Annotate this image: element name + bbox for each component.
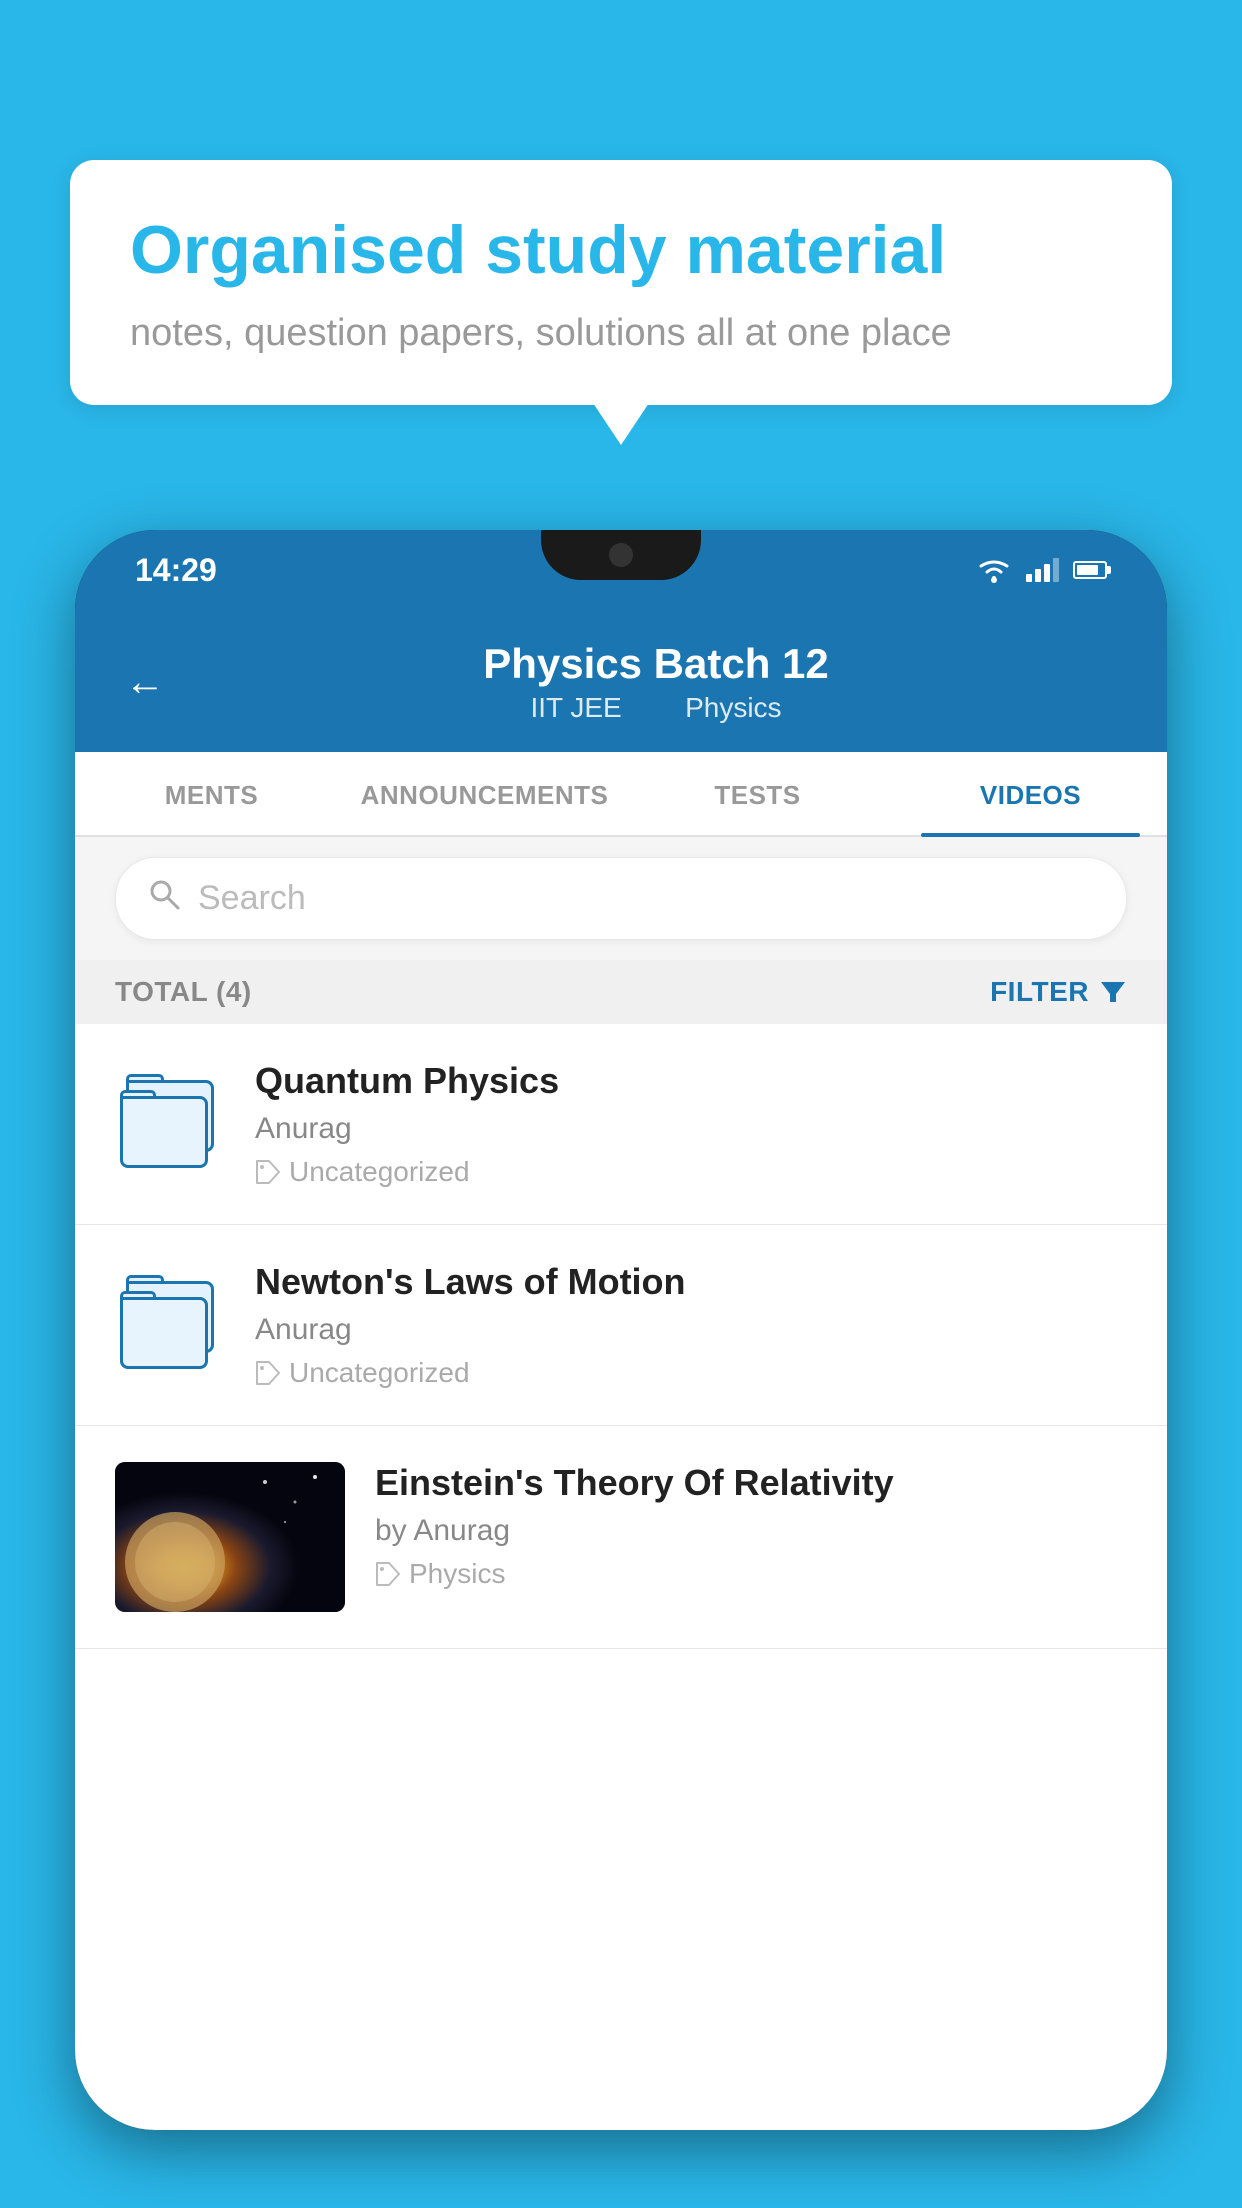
bubble-title: Organised study material: [130, 210, 1112, 292]
list-item[interactable]: Einstein's Theory Of Relativity by Anura…: [75, 1426, 1167, 1649]
wifi-icon: [976, 556, 1012, 584]
filter-button[interactable]: FILTER: [990, 976, 1127, 1008]
item-title: Quantum Physics: [255, 1060, 1127, 1102]
item-tag: Uncategorized: [255, 1357, 1127, 1389]
item-info: Einstein's Theory Of Relativity by Anura…: [375, 1462, 1127, 1590]
speech-bubble: Organised study material notes, question…: [70, 160, 1172, 405]
status-time: 14:29: [135, 552, 217, 589]
item-title: Newton's Laws of Motion: [255, 1261, 1127, 1303]
header-subtitle-physics: Physics: [685, 692, 781, 723]
search-container: Search: [75, 837, 1167, 960]
header-subtitle-sep: [650, 692, 666, 723]
camera: [609, 543, 633, 567]
search-placeholder: Search: [198, 879, 306, 918]
video-thumbnail: [115, 1462, 345, 1612]
tab-tests[interactable]: TESTS: [621, 752, 894, 835]
status-icons: [976, 556, 1107, 584]
tag-icon: [375, 1561, 401, 1587]
item-author: Anurag: [255, 1313, 1127, 1347]
header-subtitle-iitjee: IIT JEE: [530, 692, 621, 723]
phone-container: 14:29: [75, 530, 1167, 2208]
tabs-bar: MENTS ANNOUNCEMENTS TESTS VIDEOS: [75, 752, 1167, 837]
back-button[interactable]: ←: [125, 660, 165, 705]
item-thumbnail: [115, 1069, 225, 1179]
header-subtitle: IIT JEE Physics: [195, 692, 1117, 724]
search-bar[interactable]: Search: [115, 857, 1127, 940]
tab-videos[interactable]: VIDEOS: [894, 752, 1167, 835]
total-count: TOTAL (4): [115, 976, 252, 1008]
item-tag: Physics: [375, 1558, 1127, 1590]
phone-frame: 14:29: [75, 530, 1167, 2130]
item-thumbnail: [115, 1270, 225, 1380]
filter-bar: TOTAL (4) FILTER: [75, 960, 1167, 1024]
tab-announcements[interactable]: ANNOUNCEMENTS: [348, 752, 621, 835]
search-icon: [146, 876, 182, 921]
header-text: Physics Batch 12 IIT JEE Physics: [195, 640, 1117, 724]
header-title: Physics Batch 12: [195, 640, 1117, 688]
video-list: Quantum Physics Anurag Uncategorized: [75, 1024, 1167, 1649]
folder-icon: [120, 1074, 220, 1174]
list-item[interactable]: Quantum Physics Anurag Uncategorized: [75, 1024, 1167, 1225]
status-bar: 14:29: [75, 530, 1167, 610]
tab-ments[interactable]: MENTS: [75, 752, 348, 835]
list-item[interactable]: Newton's Laws of Motion Anurag Uncategor…: [75, 1225, 1167, 1426]
item-title: Einstein's Theory Of Relativity: [375, 1462, 1127, 1504]
folder-icon: [120, 1275, 220, 1375]
battery-icon: [1073, 561, 1107, 579]
item-author: Anurag: [255, 1112, 1127, 1146]
filter-icon: [1099, 978, 1127, 1006]
tag-icon: [255, 1159, 281, 1185]
app-header: ← Physics Batch 12 IIT JEE Physics: [75, 610, 1167, 752]
tag-icon: [255, 1360, 281, 1386]
item-info: Newton's Laws of Motion Anurag Uncategor…: [255, 1261, 1127, 1389]
item-info: Quantum Physics Anurag Uncategorized: [255, 1060, 1127, 1188]
notch: [541, 530, 701, 580]
signal-icon: [1026, 558, 1059, 582]
app-content: ← Physics Batch 12 IIT JEE Physics MENTS: [75, 610, 1167, 2130]
bubble-subtitle: notes, question papers, solutions all at…: [130, 312, 1112, 355]
item-tag: Uncategorized: [255, 1156, 1127, 1188]
item-author: by Anurag: [375, 1514, 1127, 1548]
filter-label: FILTER: [990, 976, 1089, 1008]
